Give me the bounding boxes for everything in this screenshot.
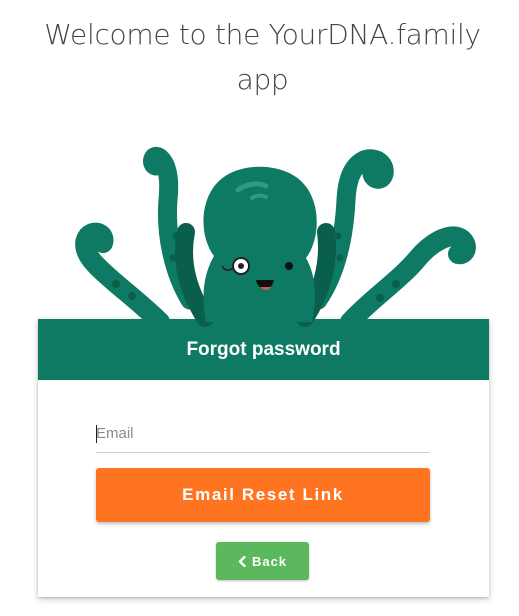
email-reset-link-button[interactable]: Email Reset Link (96, 468, 430, 522)
back-button-label: Back (251, 553, 288, 569)
card-title: Forgot password (38, 319, 489, 380)
text-caret (96, 425, 97, 443)
back-button[interactable]: Back (216, 542, 309, 580)
welcome-heading: Welcome to the YourDNA.family app (44, 18, 481, 96)
email-input[interactable] (96, 415, 430, 452)
chevron-left-icon (238, 555, 246, 567)
forgot-password-page: Welcome to the YourDNA.family app Forgot… (0, 0, 519, 616)
forgot-password-card: Forgot password Email Reset Link Back (38, 319, 489, 597)
email-field-wrapper (96, 415, 430, 453)
